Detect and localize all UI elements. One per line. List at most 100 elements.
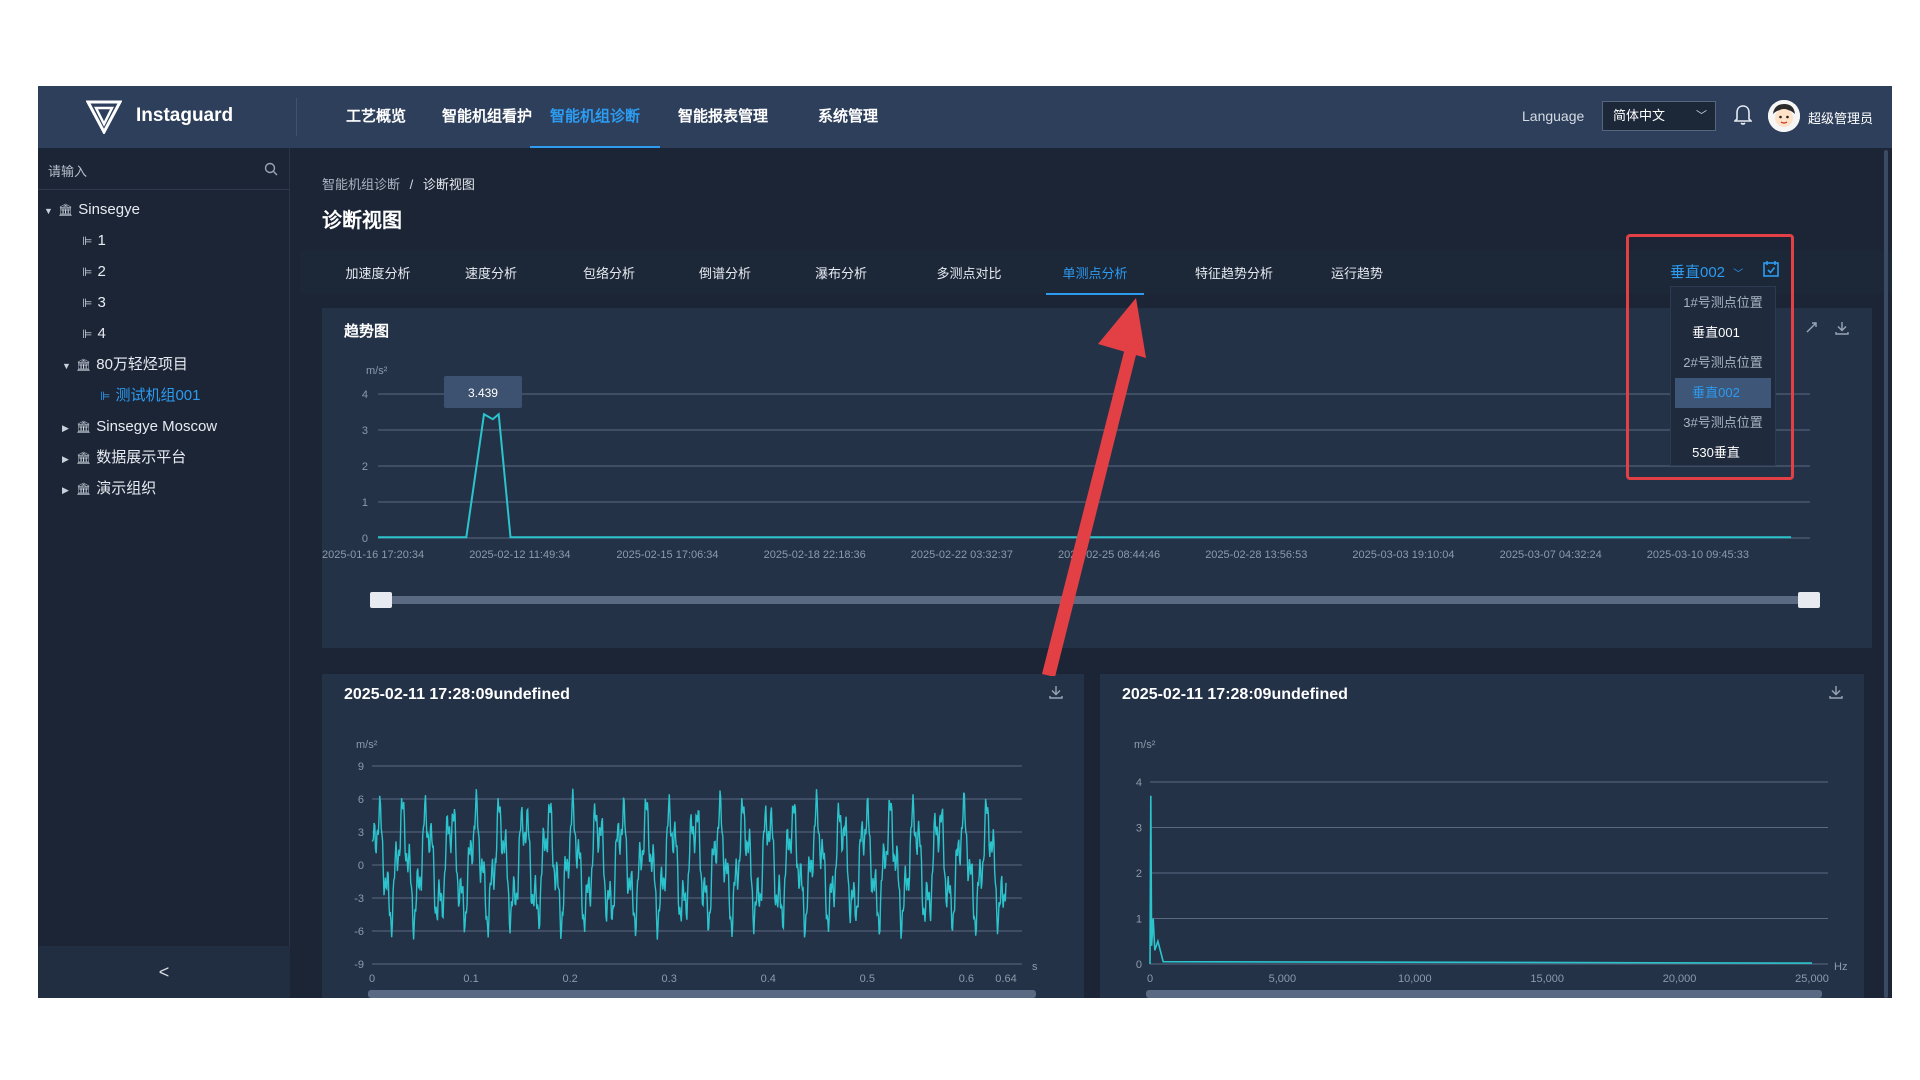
x-tick-label: 0.3	[662, 973, 677, 985]
tree-node-unit-3[interactable]: ⊫ 3	[82, 291, 106, 315]
waveform-series-line	[371, 788, 1007, 940]
tab-velocity[interactable]: 速度分析	[456, 263, 526, 295]
tree-node-unit-4[interactable]: ⊫ 4	[82, 322, 106, 346]
unit-icon: ⊫	[100, 389, 111, 403]
restore-zoom-icon[interactable]	[1804, 320, 1820, 336]
waveform-title: 2025-02-11 17:28:09undefined	[344, 686, 570, 703]
tree-node-test-unit-001[interactable]: ⊫ 测试机组001	[100, 384, 200, 408]
zoom-slider-track	[368, 990, 1036, 998]
tab-running-trend[interactable]: 运行趋势	[1322, 263, 1392, 295]
x-tick-label: 2025-02-18 22:18:36	[764, 549, 866, 561]
language-select[interactable]: 简体中文 ﹀	[1602, 101, 1716, 131]
unit-icon: ⊫	[82, 327, 93, 341]
tree-node-sinsegye-moscow[interactable]: ▶ 🏛 Sinsegye Moscow	[62, 415, 217, 439]
y-tick-label: 3	[358, 827, 364, 839]
x-axis-unit: Hz	[1834, 961, 1847, 973]
waveform-chart[interactable]: m/s² -9 -6 -3 0 3 6 9 0 0.1 0.2 0.3 0.4 0.5 0.6 0.64 s	[322, 714, 1084, 998]
top-header: Instaguard 工艺概览 智能机组看护 智能机组诊断 智能报表管理 系统管…	[38, 86, 1892, 148]
nav-unit-care[interactable]: 智能机组看护	[442, 86, 532, 148]
page-scrollbar[interactable]	[1884, 150, 1888, 998]
tab-waterfall[interactable]: 瀑布分析	[806, 263, 876, 295]
tree-node-data-platform[interactable]: ▶ 🏛 数据展示平台	[62, 446, 186, 470]
download-icon[interactable]	[1834, 320, 1850, 336]
language-label: Language	[1522, 108, 1585, 124]
tab-cepstrum[interactable]: 倒谱分析	[690, 263, 760, 295]
tab-single-point[interactable]: 单测点分析	[1046, 263, 1144, 295]
y-tick-label: -6	[354, 926, 364, 938]
y-tick-label: 1	[1136, 914, 1142, 926]
y-tick-label: 4	[1136, 777, 1142, 789]
x-tick-label: 20,000	[1663, 973, 1697, 985]
tree-node-unit-2[interactable]: ⊫ 2	[82, 260, 106, 284]
y-tick-label: -3	[354, 893, 364, 905]
nav-unit-diagnosis[interactable]: 智能机组诊断	[530, 86, 661, 148]
breadcrumb: 智能机组诊断 / 诊断视图	[322, 174, 475, 193]
tab-multi-point[interactable]: 多测点对比	[924, 263, 1014, 295]
x-tick-label: 0.4	[761, 973, 776, 985]
x-tick-label: 2025-02-15 17:06:34	[616, 549, 718, 561]
y-tick-label: 0	[358, 860, 364, 872]
x-tick-label: 0.64	[995, 973, 1016, 985]
x-tick-label: 2025-03-03 19:10:04	[1352, 549, 1454, 561]
y-tick-label: 3	[1136, 823, 1142, 835]
tab-feature-trend[interactable]: 特征趋势分析	[1184, 263, 1284, 295]
spectrum-series-line	[1149, 795, 1813, 965]
page-title: 诊断视图	[322, 210, 402, 232]
waveform-panel: 2025-02-11 17:28:09undefined m/s² -9 -6 -3 0…	[322, 674, 1084, 998]
tab-envelope[interactable]: 包络分析	[574, 263, 644, 295]
spectrum-chart[interactable]: m/s² 0 1 2 3 4 0 5,000 10,000 15,000 20,000 25,000 H…	[1100, 714, 1864, 998]
x-tick-label: 0.2	[562, 973, 577, 985]
x-tick-label: 0.1	[463, 973, 478, 985]
bell-icon[interactable]	[1734, 104, 1752, 126]
tree-search[interactable]: 请输入	[38, 148, 290, 190]
nav-process-overview[interactable]: 工艺概览	[346, 86, 406, 148]
org-icon: 🏛	[58, 203, 74, 217]
y-tick-label: 2	[1136, 868, 1142, 880]
x-tick-label: 2025-02-22 03:32:37	[911, 549, 1013, 561]
download-icon[interactable]	[1048, 684, 1064, 700]
y-tick-label: 4	[362, 389, 368, 401]
zoom-slider-handle-right	[1798, 592, 1820, 608]
caret-right-icon[interactable]: ▶	[62, 416, 76, 440]
caret-right-icon[interactable]: ▶	[62, 447, 76, 471]
org-icon: 🏛	[76, 358, 92, 372]
tab-acceleration[interactable]: 加速度分析	[334, 263, 422, 295]
x-tick-label: 2025-02-12 11:49:34	[469, 549, 570, 561]
username[interactable]: 超级管理员	[1808, 108, 1873, 127]
download-icon[interactable]	[1828, 684, 1844, 700]
nav-report-management[interactable]: 智能报表管理	[678, 86, 768, 148]
tooltip-value: 3.439	[468, 386, 498, 400]
instaguard-logo-icon	[86, 100, 122, 134]
nav-system-management[interactable]: 系统管理	[818, 86, 878, 148]
x-tick-label: 0	[369, 973, 375, 985]
search-input[interactable]: 请输入	[48, 161, 87, 180]
caret-down-icon[interactable]: ▼	[62, 354, 76, 378]
chevron-down-icon: ﹀	[1696, 110, 1707, 122]
tree-node-project[interactable]: ▼ 🏛 80万轻烃项目	[62, 353, 188, 377]
annotation-highlight-box	[1626, 234, 1794, 480]
caret-down-icon[interactable]: ▼	[44, 199, 58, 223]
x-tick-label: 2025-01-16 17:20:34	[322, 549, 424, 561]
zoom-slider-track	[1146, 990, 1822, 998]
tree-node-demo-org[interactable]: ▶ 🏛 演示组织	[62, 477, 156, 501]
tree-node-sinsegye[interactable]: ▼ 🏛 Sinsegye	[44, 198, 140, 222]
search-icon[interactable]	[264, 162, 278, 176]
x-tick-label: 0.6	[959, 973, 974, 985]
caret-right-icon[interactable]: ▶	[62, 478, 76, 502]
org-icon: 🏛	[76, 451, 92, 465]
x-tick-label: 25,000	[1795, 973, 1829, 985]
y-tick-label: -9	[354, 959, 364, 971]
unit-icon: ⊫	[82, 265, 93, 279]
y-tick-label: 1	[362, 497, 368, 509]
sidebar-collapse-button[interactable]: <	[38, 946, 290, 998]
spectrum-panel: 2025-02-11 17:28:09undefined m/s² 0 1 2 3 4 0 5…	[1100, 674, 1864, 998]
tree-node-unit-1[interactable]: ⊫ 1	[82, 229, 106, 253]
x-tick-label: 2025-03-07 04:32:24	[1500, 549, 1602, 561]
brand-divider	[296, 98, 297, 136]
x-tick-label: 0	[1147, 973, 1153, 985]
breadcrumb-separator: /	[409, 177, 414, 192]
breadcrumb-item-diagnosis[interactable]: 智能机组诊断	[322, 177, 400, 192]
y-tick-label: 6	[358, 794, 364, 806]
x-tick-label: 2025-03-10 09:45:33	[1647, 549, 1749, 561]
avatar[interactable]	[1768, 100, 1800, 132]
